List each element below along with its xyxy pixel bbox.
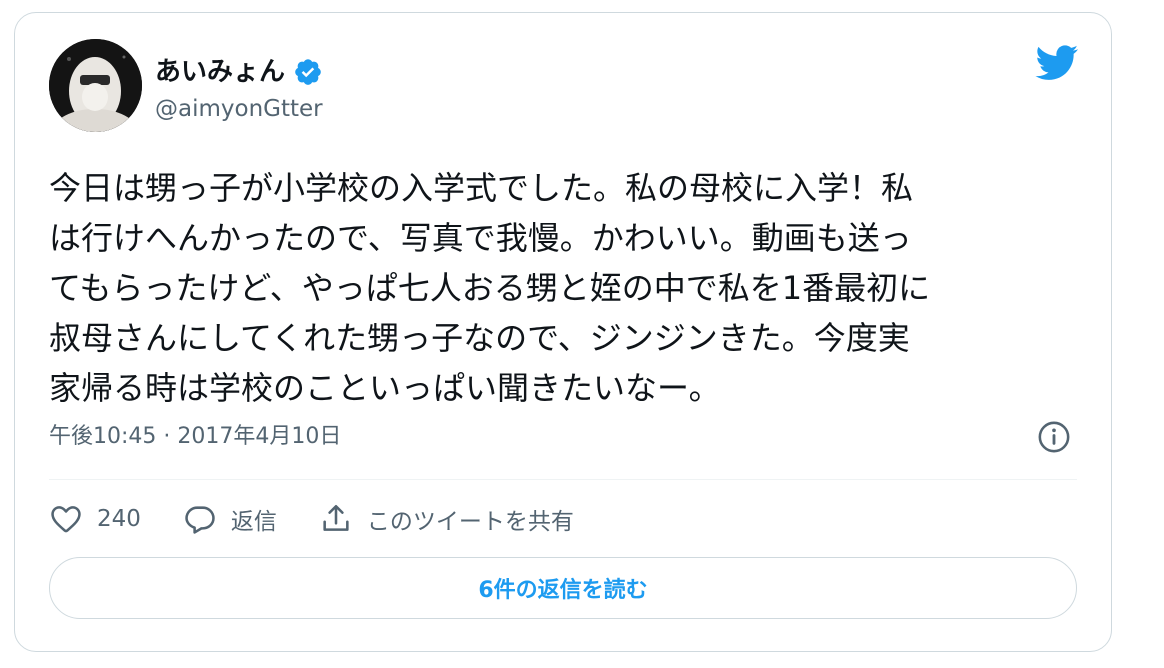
tweet-line: 家帰る時は学校のこといっぱい聞きたいなー。 <box>49 369 721 407</box>
display-name[interactable]: あいみょん <box>155 57 323 87</box>
tweet-card: あいみょん @aimyonGtter 今日は甥っ子が小学校の入学式でした。私の母… <box>14 12 1112 652</box>
display-name-text[interactable]: あいみょん <box>155 57 285 87</box>
tweet-actions: 240 返信 このツイートを共有 <box>49 499 616 539</box>
tweet-line: てもらったけど、やっぱ七人おる甥と姪の中で私を1番最初に <box>49 269 931 307</box>
like-count: 240 <box>97 506 141 532</box>
info-icon[interactable] <box>1037 420 1071 454</box>
tweet-text: 今日は甥っ子が小学校の入学式でした。私の母校に入学！私 は行けへんかったので、写… <box>49 163 1079 413</box>
tweet-line: 今日は甥っ子が小学校の入学式でした。私の母校に入学！私 <box>49 169 914 207</box>
twitter-bird-icon[interactable] <box>1035 45 1079 81</box>
tweet-line: 叔母さんにしてくれた甥っ子なので、ジンジンきた。今度実 <box>49 319 910 357</box>
verified-badge-icon <box>293 57 323 87</box>
share-upload-icon <box>323 504 349 531</box>
reply-label: 返信 <box>230 509 277 535</box>
tweet-timestamp[interactable]: 午後10:45 · 2017年4月10日 <box>49 423 341 451</box>
reply-button[interactable]: 返信 <box>183 499 277 539</box>
tweet-line: は行けへんかったので、写真で我慢。かわいい。動画も送っ <box>49 219 912 257</box>
share-label: このツイートを共有 <box>366 509 574 535</box>
user-handle[interactable]: @aimyonGtter <box>155 95 323 123</box>
divider <box>49 479 1077 480</box>
speech-bubble-icon <box>185 506 215 534</box>
avatar[interactable] <box>49 39 142 132</box>
share-button[interactable]: このツイートを共有 <box>319 499 574 539</box>
heart-icon <box>51 506 81 533</box>
read-replies-button[interactable]: 6件の返信を読む <box>49 557 1077 619</box>
like-button[interactable]: 240 <box>49 499 141 539</box>
